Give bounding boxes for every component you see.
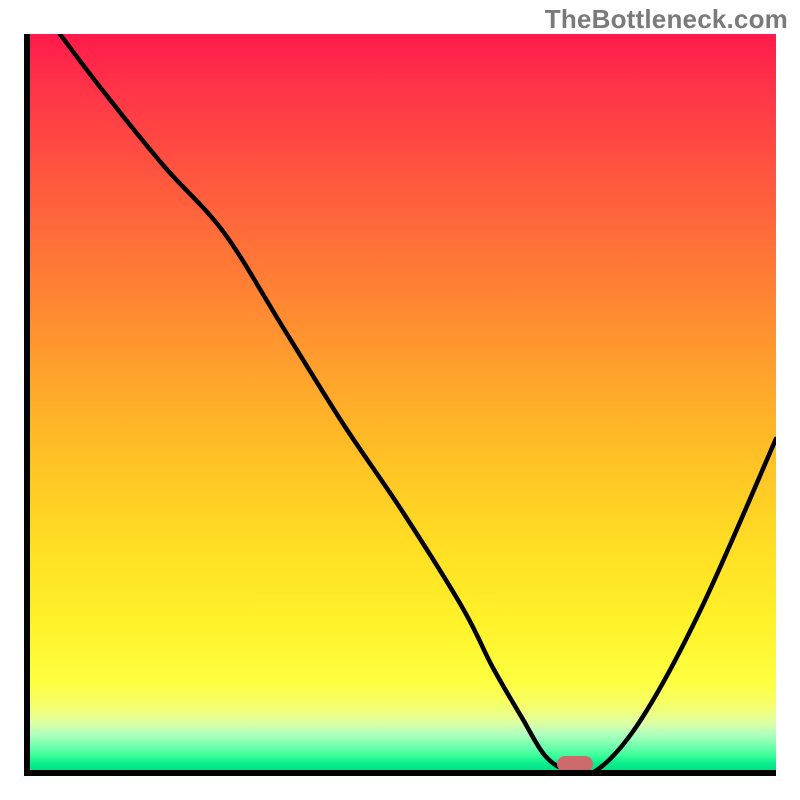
bottleneck-curve	[30, 34, 776, 770]
chart-container: TheBottleneck.com	[0, 0, 800, 800]
watermark-text: TheBottleneck.com	[545, 4, 788, 35]
plot-area	[24, 34, 776, 776]
optimal-marker	[557, 756, 593, 772]
